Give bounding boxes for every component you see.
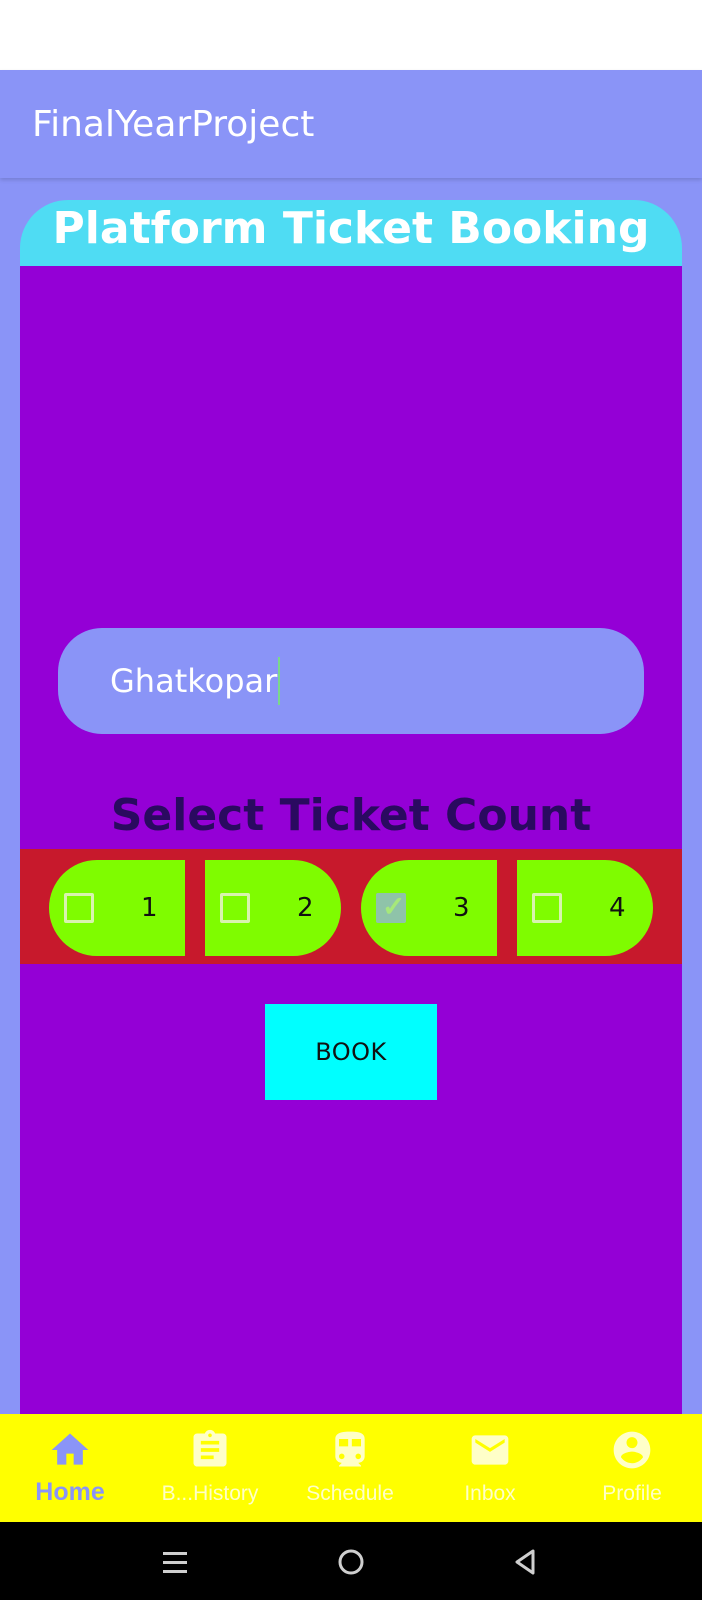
- nav-label-inbox: Inbox: [464, 1482, 516, 1505]
- card-header: Platform Ticket Booking: [20, 200, 682, 266]
- back-icon[interactable]: [505, 1542, 545, 1582]
- check-icon: ✓: [382, 890, 406, 923]
- system-navigation-bar: [0, 1522, 702, 1600]
- nav-label-home: Home: [35, 1478, 105, 1506]
- book-button[interactable]: BOOK: [265, 1004, 437, 1100]
- nav-item-booking-history[interactable]: B...History: [140, 1414, 280, 1522]
- home-icon: [51, 1433, 89, 1465]
- nav-item-inbox[interactable]: Inbox: [420, 1414, 560, 1522]
- ticket-count-option-1[interactable]: 1: [49, 860, 185, 956]
- nav-item-schedule[interactable]: Schedule: [280, 1414, 420, 1522]
- status-bar: [0, 0, 702, 70]
- train-icon: [335, 1431, 365, 1467]
- clipboard-icon: [193, 1429, 227, 1467]
- option-label: 4: [609, 893, 626, 923]
- text-cursor: [278, 657, 281, 705]
- ticket-count-option-3[interactable]: ✓ 3: [361, 860, 497, 956]
- ticket-count-option-2[interactable]: 2: [205, 860, 341, 956]
- nav-label-booking-history: B...History: [161, 1482, 259, 1505]
- checkbox[interactable]: [532, 893, 562, 923]
- nav-label-schedule: Schedule: [306, 1482, 394, 1505]
- card-title: Platform Ticket Booking: [52, 203, 650, 254]
- app-bar: FinalYearProject: [0, 70, 702, 178]
- station-input[interactable]: Ghatkopar: [58, 628, 644, 734]
- recent-apps-icon[interactable]: [155, 1542, 195, 1582]
- checkbox[interactable]: [220, 893, 250, 923]
- bottom-navigation: Home B...History Schedule Inbox Profile: [0, 1414, 702, 1522]
- checkbox-checked[interactable]: ✓: [376, 890, 406, 923]
- mail-icon: [471, 1435, 509, 1465]
- station-input-value[interactable]: Ghatkopar: [110, 662, 277, 700]
- app-title: FinalYearProject: [32, 104, 315, 145]
- checkbox[interactable]: [64, 893, 94, 923]
- option-label: 1: [141, 893, 158, 923]
- home-button-icon[interactable]: [331, 1542, 371, 1582]
- account-icon: [613, 1431, 651, 1469]
- nav-item-home[interactable]: Home: [0, 1414, 140, 1522]
- option-label: 3: [453, 893, 470, 923]
- nav-label-profile: Profile: [602, 1482, 662, 1505]
- ticket-count-heading: Select Ticket Count: [110, 790, 592, 841]
- nav-item-profile[interactable]: Profile: [562, 1414, 702, 1522]
- ticket-count-option-4[interactable]: 4: [517, 860, 653, 956]
- option-label: 2: [297, 893, 314, 923]
